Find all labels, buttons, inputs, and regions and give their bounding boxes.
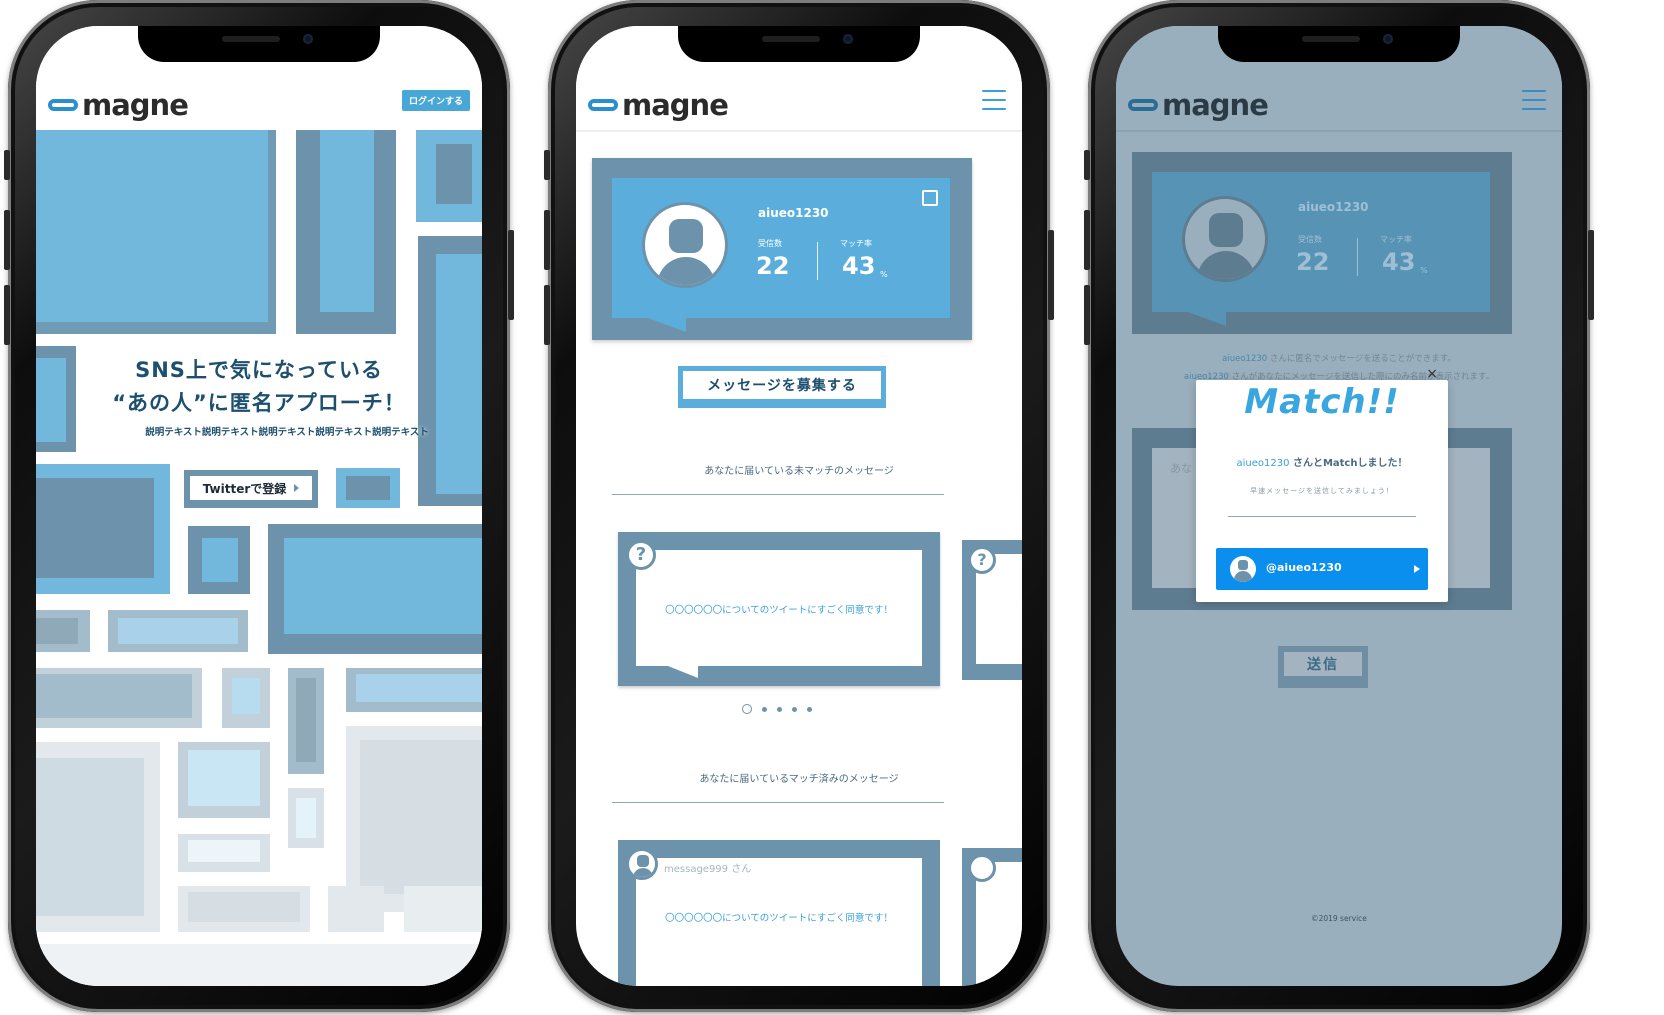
next-card-peek: ? <box>962 540 1022 680</box>
recruit-message-label: メッセージを募集する <box>707 378 857 394</box>
match-modal: × Match!! aiueo1230 さんとMatchしました！ 早速メッセー… <box>1196 366 1448 602</box>
hero-mosaic <box>36 122 482 986</box>
logo[interactable]: magne <box>588 87 729 122</box>
notch <box>1218 26 1460 62</box>
received-label: 受信数 <box>1298 235 1322 244</box>
match-unit: % <box>1420 266 1428 275</box>
carousel-dot[interactable] <box>792 706 797 712</box>
screen-match-modal: magne aiueo1230 受信数 22 マッチ率 43 % aiueo12… <box>1116 26 1562 986</box>
unmatched-message-text: 〇〇〇〇〇〇についてのツイートにすごく同意です！ <box>665 605 893 616</box>
edit-icon[interactable] <box>922 190 938 206</box>
matched-heading: あなたに届いているマッチ済みのメッセージ <box>699 774 899 785</box>
logo[interactable]: magne <box>1128 87 1269 122</box>
matched-message-text: 〇〇〇〇〇〇についてのツイートにすごく同意です！ <box>665 913 893 924</box>
logo-text: magne <box>82 87 189 122</box>
info-line-1: aiueo1230 さんに匿名でメッセージを送ることができます。 <box>1116 352 1562 364</box>
match-unit: % <box>880 270 888 279</box>
divider <box>612 494 944 495</box>
headline-line-2: “あの人”に匿名アプローチ！ <box>112 391 406 415</box>
description-text: 説明テキスト説明テキスト説明テキスト説明テキスト説明テキスト <box>145 427 429 438</box>
match-label: マッチ率 <box>1380 235 1412 244</box>
matched-message-card[interactable]: message999 さん 〇〇〇〇〇〇についてのツイートにすごく同意です！ <box>618 840 940 986</box>
carousel-dot[interactable] <box>807 706 812 712</box>
carousel-dots <box>742 704 812 714</box>
received-value: 22 <box>756 252 790 280</box>
username: aiueo1230 <box>1298 200 1369 214</box>
screen-landing: magne ログインする SNS上で気になっている “あの人”に匿名アプローチ！… <box>36 26 482 986</box>
twitter-register-button[interactable]: Twitterで登録 <box>184 470 318 508</box>
match-value: 43 <box>842 252 876 280</box>
unmatched-heading: あなたに届いている未マッチのメッセージ <box>704 466 894 477</box>
received-value: 22 <box>1296 248 1330 276</box>
notch <box>138 26 380 62</box>
recruit-message-button[interactable]: メッセージを募集する <box>678 366 886 408</box>
phone-frame-3: magne aiueo1230 受信数 22 マッチ率 43 % aiueo12… <box>1084 0 1594 1012</box>
info-user-link[interactable]: aiueo1230 <box>1222 354 1267 364</box>
footer-copyright: ©2019 service <box>1311 914 1367 923</box>
match-value: 43 <box>1382 248 1416 276</box>
modal-subtext: 早速メッセージを送信してみましょう！ <box>1250 487 1394 495</box>
profile-card: aiueo1230 受信数 22 マッチ率 43 % <box>1132 152 1512 334</box>
profile-card: aiueo1230 受信数 22 マッチ率 43 % <box>592 158 972 340</box>
logo-text: magne <box>622 87 729 122</box>
info-line-1-text: さんに匿名でメッセージを送ることができます。 <box>1267 354 1456 364</box>
login-button[interactable]: ログインする <box>401 90 470 111</box>
notch <box>678 26 920 62</box>
phone-frame-2: magne aiueo1230 受信数 22 マッチ率 43 % メッセージを募… <box>544 0 1054 1012</box>
open-profile-button[interactable]: @aiueo1230 <box>1216 548 1428 590</box>
phone-frame-1: magne ログインする SNS上で気になっている “あの人”に匿名アプローチ！… <box>4 0 514 1012</box>
question-icon: ? <box>626 540 656 570</box>
carousel-dot-active[interactable] <box>742 704 752 714</box>
modal-message: aiueo1230 さんとMatchしました！ <box>1196 454 1448 469</box>
hamburger-menu-icon[interactable] <box>982 90 1006 110</box>
logo-text: magne <box>1162 87 1269 122</box>
match-label: マッチ率 <box>840 239 872 248</box>
next-card-peek <box>962 848 1022 986</box>
sender-avatar <box>626 848 658 880</box>
unmatched-message-card[interactable]: ? 〇〇〇〇〇〇についてのツイートにすごく同意です！ <box>618 532 940 686</box>
logo-mark-icon <box>48 99 78 111</box>
user-avatar-icon <box>1230 556 1256 582</box>
message-placeholder: あな <box>1170 462 1192 475</box>
logo-mark-icon <box>1128 99 1158 111</box>
matched-sender-name: message999 さん <box>664 864 752 875</box>
received-label: 受信数 <box>758 239 782 248</box>
send-button[interactable]: 送信 <box>1278 646 1368 688</box>
send-button-label: 送信 <box>1307 657 1339 673</box>
headline-line-1: SNS上で気になっている <box>135 358 383 382</box>
screen-mypage: magne aiueo1230 受信数 22 マッチ率 43 % メッセージを募… <box>576 26 1022 986</box>
hamburger-menu-icon[interactable] <box>1522 90 1546 110</box>
play-arrow-icon <box>294 484 300 492</box>
modal-user: aiueo1230 <box>1236 458 1290 469</box>
avatar <box>1182 196 1268 282</box>
user-handle: @aiueo1230 <box>1266 561 1342 574</box>
logo[interactable]: magne <box>48 87 189 122</box>
headline: SNS上で気になっている “あの人”に匿名アプローチ！ 説明テキスト説明テキスト… <box>36 354 482 438</box>
twitter-register-label: Twitterで登録 <box>202 481 287 496</box>
close-icon[interactable]: × <box>1426 366 1438 382</box>
avatar <box>642 202 728 288</box>
logo-mark-icon <box>588 99 618 111</box>
divider <box>612 802 944 803</box>
modal-text: さんとMatchしました！ <box>1289 458 1408 469</box>
carousel-dot[interactable] <box>762 706 767 712</box>
play-arrow-icon <box>1414 565 1420 573</box>
username: aiueo1230 <box>758 206 829 220</box>
carousel-dot[interactable] <box>777 706 782 712</box>
modal-title: Match!! <box>1244 382 1400 422</box>
